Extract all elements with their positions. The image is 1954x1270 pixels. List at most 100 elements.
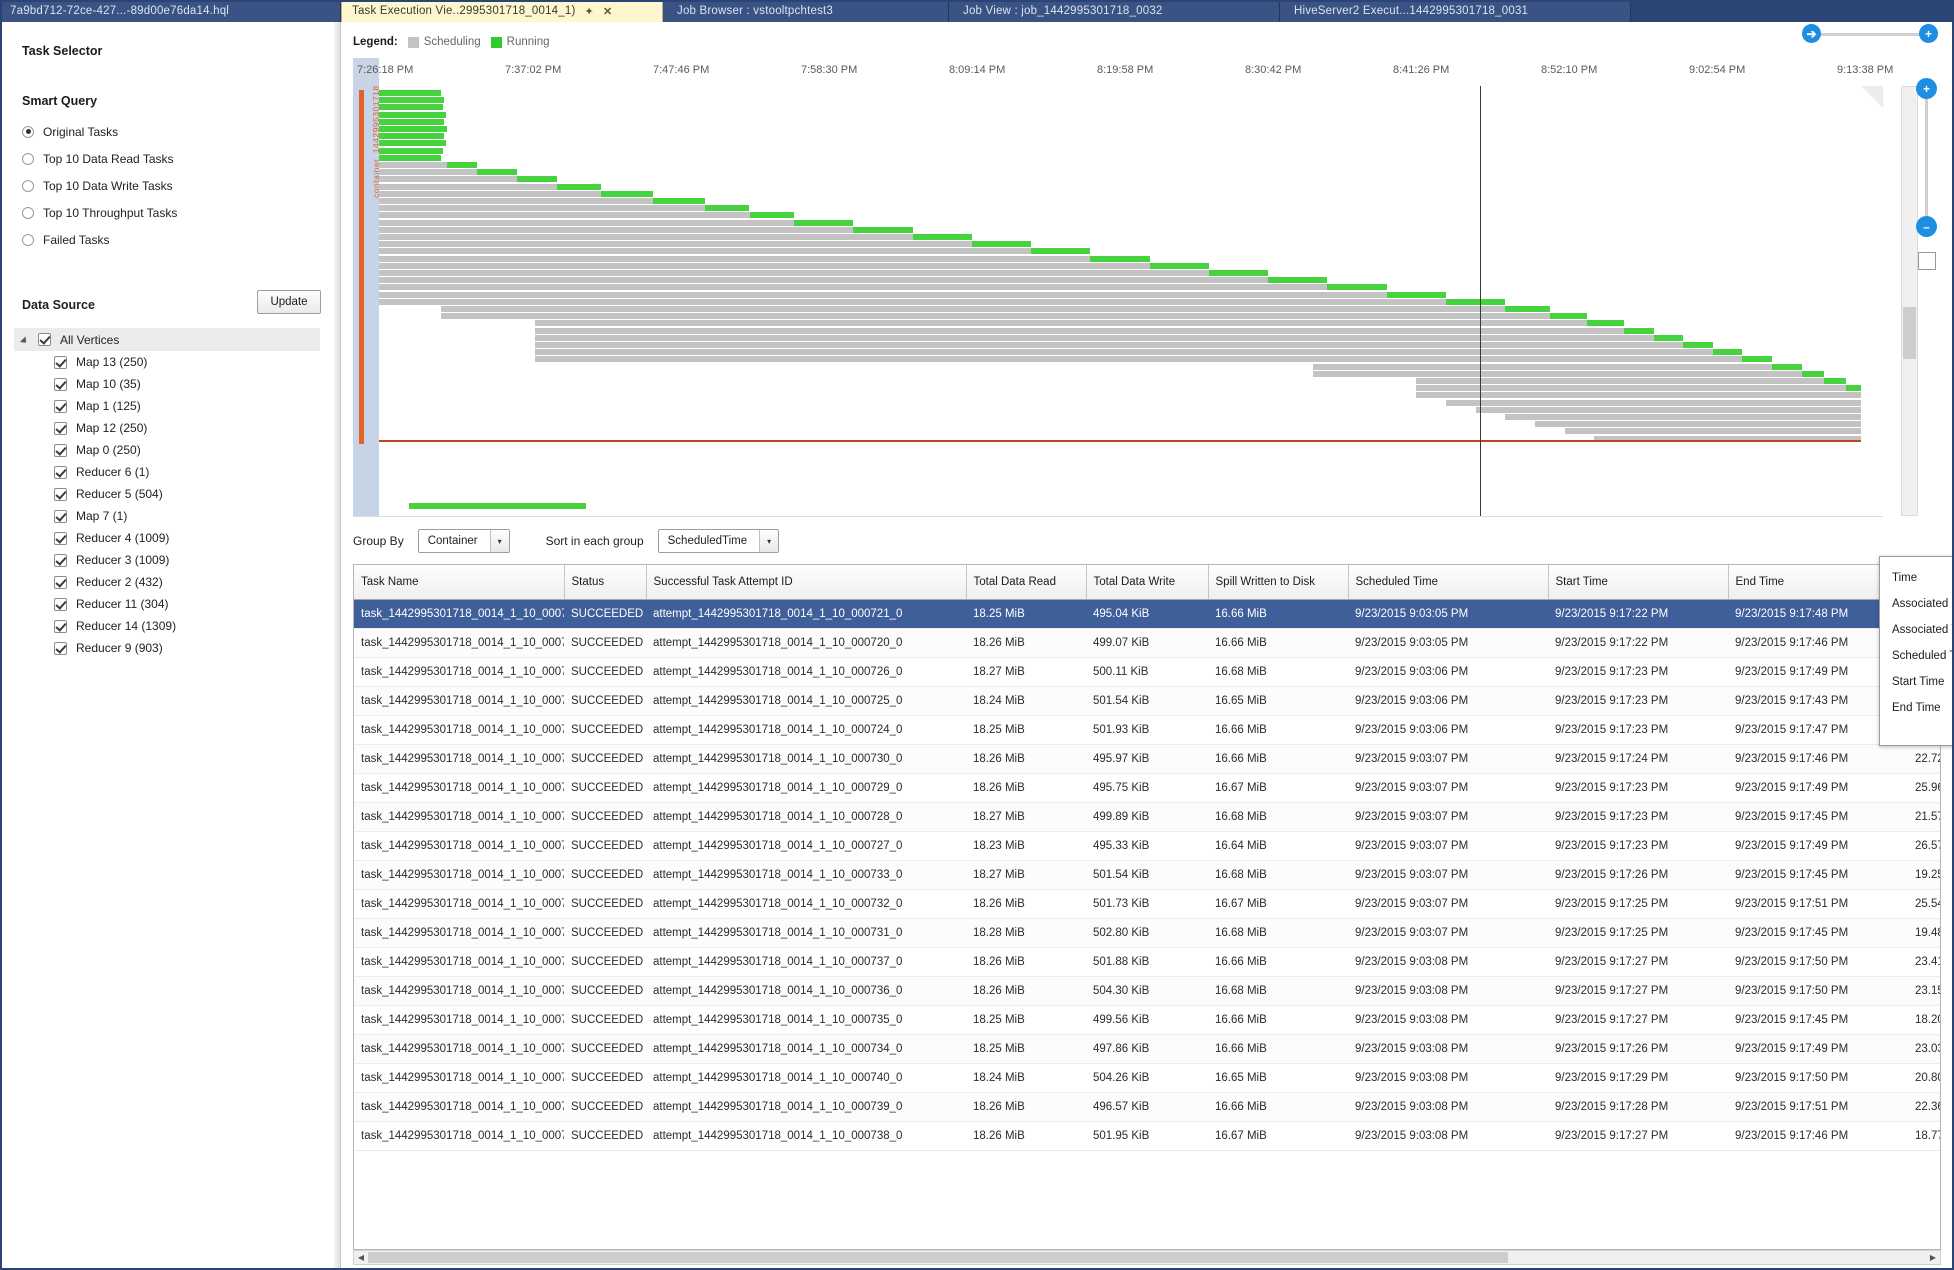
chevron-down-icon[interactable]: ▾ <box>489 530 509 552</box>
table-row[interactable]: task_1442995301718_0014_1_10_000728 SUCCE… <box>354 802 1940 832</box>
table-row[interactable]: task_1442995301718_0014_1_10_000739 SUCCE… <box>354 1092 1940 1122</box>
vertex-item[interactable]: Map 7 (1) <box>14 505 320 527</box>
table-column-header[interactable]: Spill Written to Disk <box>1208 565 1349 600</box>
gantt-bar-scheduling[interactable] <box>441 313 1550 320</box>
table-column-header[interactable]: Scheduled Time <box>1348 565 1549 600</box>
radio-failed-tasks[interactable]: Failed Tasks <box>22 226 177 253</box>
gantt-bar-scheduling[interactable] <box>379 226 854 233</box>
gantt-bar-scheduling[interactable] <box>1312 370 1802 377</box>
gantt-bar-running[interactable] <box>749 212 794 219</box>
reset-zoom-button[interactable] <box>1918 252 1936 270</box>
gantt-bar-scheduling[interactable] <box>379 234 913 240</box>
checkbox-vertex[interactable] <box>54 377 67 391</box>
gantt-bar-running[interactable] <box>705 205 750 212</box>
radio-top10-data-read[interactable]: Top 10 Data Read Tasks <box>22 145 177 172</box>
gantt-bar-scheduling[interactable] <box>379 198 654 204</box>
gantt-bar-running[interactable] <box>379 133 445 140</box>
gantt-bar-scheduling[interactable] <box>379 176 517 183</box>
table-row[interactable]: task_1442995301718_0014_1_10_000740 SUCCE… <box>354 1063 1940 1093</box>
update-button[interactable]: Update <box>257 290 321 314</box>
gantt-bar-scheduling[interactable] <box>1505 414 1861 420</box>
scroll-right-icon[interactable]: ▶ <box>1927 1252 1939 1263</box>
radio-top10-throughput[interactable]: Top 10 Throughput Tasks <box>22 199 177 226</box>
gantt-bar-scheduling[interactable] <box>379 183 557 190</box>
gantt-bar-scheduling[interactable] <box>379 298 1447 305</box>
gantt-bar-scheduling[interactable] <box>1534 421 1861 428</box>
checkbox-vertex[interactable] <box>54 443 67 457</box>
gantt-bar-scheduling[interactable] <box>1416 392 1861 399</box>
vertical-zoom-track[interactable] <box>1925 88 1928 236</box>
gantt-bar-running[interactable] <box>1586 320 1624 327</box>
gantt-bar-running[interactable] <box>1505 306 1550 312</box>
gantt-bar-scheduling[interactable] <box>534 327 1624 334</box>
gantt-bar-running[interactable] <box>379 154 442 161</box>
tab-job-view[interactable]: Job View : job_1442995301718_0032 <box>949 0 1280 22</box>
gantt-bar-running[interactable] <box>1327 284 1387 291</box>
vertex-item[interactable]: Map 13 (250) <box>14 351 320 373</box>
gantt-bar-scheduling[interactable] <box>1416 378 1824 384</box>
tab-task-execution-view[interactable]: Task Execution Vie..2995301718_0014_1) ✦… <box>341 0 663 22</box>
table-row[interactable]: task_1442995301718_0014_1_10_000720 SUCCE… <box>354 628 1940 658</box>
chevron-down-icon[interactable]: ▾ <box>759 530 779 552</box>
gantt-bar-running[interactable] <box>653 198 706 204</box>
checkbox-vertex[interactable] <box>54 487 67 501</box>
gantt-bar-scheduling[interactable] <box>534 334 1654 341</box>
gantt-bar-running[interactable] <box>408 502 587 509</box>
gantt-bar-scheduling[interactable] <box>379 162 448 168</box>
gantt-bar-running[interactable] <box>1801 370 1824 377</box>
table-row[interactable]: task_1442995301718_0014_1_10_000732 SUCCE… <box>354 889 1940 919</box>
table-row[interactable]: task_1442995301718_0014_1_10_000733 SUCCE… <box>354 860 1940 890</box>
gantt-bar-running[interactable] <box>1742 356 1773 363</box>
task-table-container[interactable]: Task Name Status Successful Task Attempt I… <box>353 564 1941 1250</box>
vertex-item[interactable]: Reducer 2 (432) <box>14 571 320 593</box>
gantt-bar-running[interactable] <box>1846 385 1861 392</box>
vertex-item[interactable]: Reducer 3 (1009) <box>14 549 320 571</box>
vertex-item[interactable]: Reducer 11 (304) <box>14 593 320 615</box>
time-cursor-line[interactable] <box>1480 86 1481 516</box>
gantt-bar-running[interactable] <box>1031 248 1091 255</box>
table-row[interactable]: task_1442995301718_0014_1_10_000726 SUCCE… <box>354 657 1940 687</box>
gantt-bar-running[interactable] <box>379 90 442 96</box>
gantt-bar-running[interactable] <box>447 162 477 168</box>
vertex-item[interactable]: Reducer 6 (1) <box>14 461 320 483</box>
vertical-zoom-out-button[interactable]: – <box>1916 216 1937 237</box>
gantt-bar-running[interactable] <box>379 118 445 125</box>
table-row[interactable]: task_1442995301718_0014_1_10_000738 SUCCE… <box>354 1121 1940 1151</box>
table-row[interactable]: task_1442995301718_0014_1_10_000730 SUCCE… <box>354 744 1940 774</box>
checkbox-vertex[interactable] <box>54 641 67 655</box>
gantt-bar-running[interactable] <box>379 140 446 147</box>
gantt-bar-scheduling[interactable] <box>379 262 1150 269</box>
gantt-bar-scheduling[interactable] <box>534 349 1713 356</box>
chevron-down-icon[interactable] <box>20 334 32 346</box>
vertex-item[interactable]: Reducer 5 (504) <box>14 483 320 505</box>
vertex-item[interactable]: Reducer 4 (1009) <box>14 527 320 549</box>
close-icon[interactable]: ✕ <box>603 5 612 18</box>
tab-hql-editor[interactable]: 7a9bd712-72ce-427...-89d00e76da14.hql <box>0 0 341 22</box>
gantt-bar-running[interactable] <box>853 226 913 233</box>
tab-job-browser[interactable]: Job Browser : vstooltpchtest3 <box>663 0 949 22</box>
gantt-bar-running[interactable] <box>793 219 854 226</box>
gantt-bar-running[interactable] <box>1549 313 1587 320</box>
panel-splitter[interactable] <box>334 22 341 1270</box>
gantt-bar-running[interactable] <box>1772 363 1802 370</box>
zoom-in-button[interactable]: + <box>1919 24 1938 43</box>
checkbox-vertex[interactable] <box>54 355 67 369</box>
gantt-bar-running[interactable] <box>1712 349 1743 356</box>
gantt-bar-scheduling[interactable] <box>1475 406 1861 413</box>
group-by-select[interactable]: Container ▾ <box>417 529 510 553</box>
gantt-bar-running[interactable] <box>379 97 445 104</box>
gantt-bar-running[interactable] <box>516 176 557 183</box>
gantt-bar-scheduling[interactable] <box>1446 399 1861 406</box>
checkbox-vertex[interactable] <box>54 619 67 633</box>
gantt-bar-scheduling[interactable] <box>379 169 477 176</box>
gantt-bar-running[interactable] <box>1446 298 1506 305</box>
vertex-item[interactable]: Map 0 (250) <box>14 439 320 461</box>
checkbox-vertex[interactable] <box>54 399 67 413</box>
table-column-header[interactable]: Total Data Read <box>966 565 1087 600</box>
gantt-bar-scheduling[interactable] <box>379 248 1032 255</box>
table-row[interactable]: task_1442995301718_0014_1_10_000734 SUCCE… <box>354 1034 1940 1064</box>
gantt-bar-running[interactable] <box>1090 255 1150 262</box>
vertex-item[interactable]: Map 12 (250) <box>14 417 320 439</box>
table-row[interactable]: task_1442995301718_0014_1_10_000721 SUCCE… <box>354 599 1940 629</box>
gantt-bar-running[interactable] <box>379 104 443 111</box>
